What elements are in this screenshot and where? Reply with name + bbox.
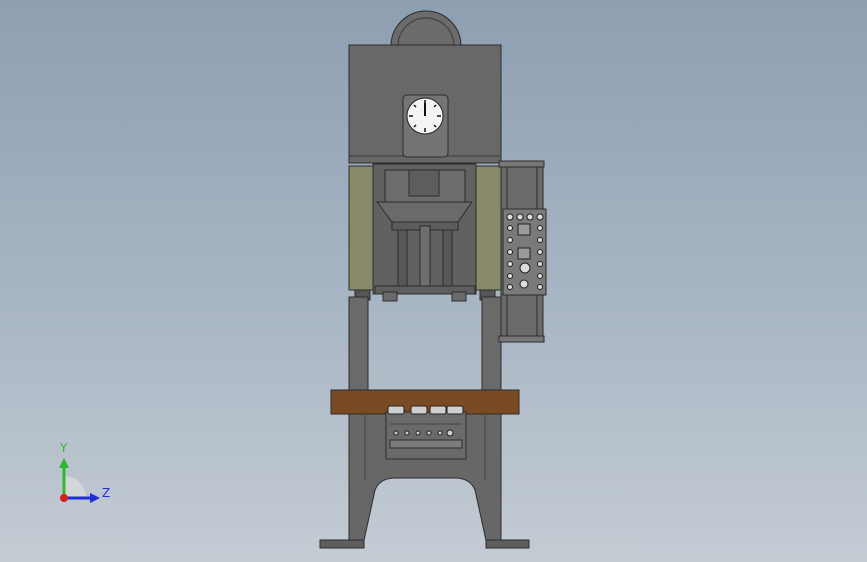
flywheel [390, 10, 462, 47]
operator-box [385, 411, 467, 460]
right-side-plate [475, 165, 502, 291]
right-foot [485, 539, 530, 549]
axis-y-label: Y [60, 441, 68, 455]
right-column [481, 296, 502, 392]
left-foot [319, 539, 365, 549]
axis-triad-icon [59, 458, 100, 503]
graphics-viewport[interactable]: Y Z [0, 0, 867, 562]
press-machine-model[interactable] [0, 0, 867, 562]
left-column [348, 296, 369, 392]
axis-z-label: Z [102, 486, 111, 500]
left-side-plate [348, 165, 374, 291]
